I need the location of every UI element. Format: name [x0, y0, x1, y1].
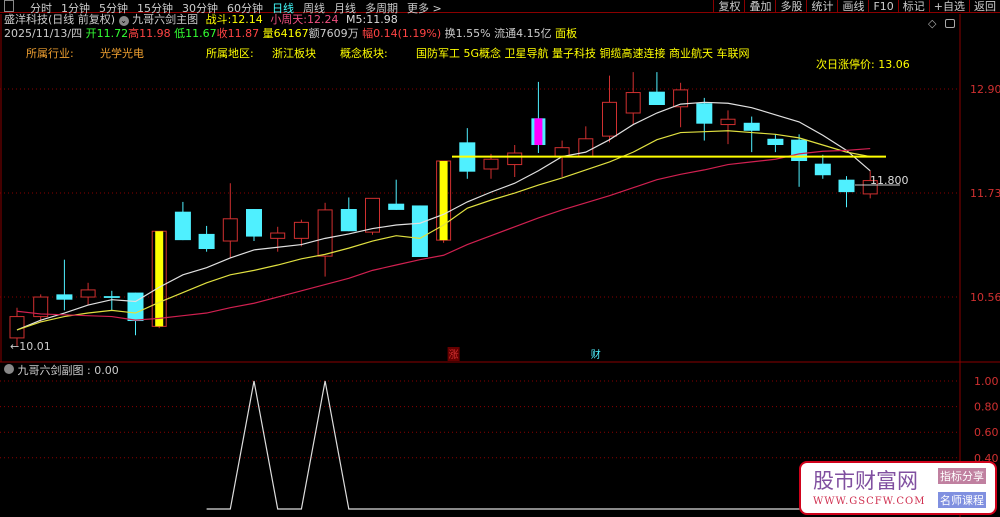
- candle-body: [483, 158, 499, 170]
- candle-body: [222, 218, 238, 242]
- candle-body: [56, 294, 73, 300]
- sub-dropdown-icon[interactable]: [4, 364, 14, 374]
- candle-body: [838, 179, 855, 193]
- special-fill: [534, 118, 543, 146]
- candle-body: [507, 152, 523, 166]
- watermark-logo: 股市财富网 WWW.GSCFW.COM 指标分享 名师课程: [799, 461, 997, 515]
- candle-body: [743, 122, 760, 131]
- candle-body: [127, 292, 144, 322]
- candle-body: [791, 139, 808, 162]
- sub-y-tick-label: 0.60: [974, 426, 999, 439]
- candle-body: [270, 232, 286, 239]
- candle-body: [696, 103, 713, 124]
- y-tick-label: 11.73: [970, 187, 1000, 200]
- candle-body: [365, 197, 380, 233]
- watermark-tag2: 名师课程: [938, 492, 986, 508]
- watermark-name: 股市财富网: [813, 469, 918, 493]
- candle-body: [720, 118, 736, 126]
- candle-body: [340, 209, 357, 232]
- candle-body: [625, 92, 641, 114]
- sub-chart-header: 九哥六剑副图 : 0.00: [4, 364, 119, 377]
- y-tick-label: 10.56: [970, 291, 1000, 304]
- y-tick-label: 12.90: [970, 83, 1000, 96]
- candle-body: [293, 221, 309, 239]
- candle-body: [198, 233, 215, 250]
- candle-body: [174, 211, 191, 241]
- candle-body: [767, 138, 784, 146]
- candle-body: [103, 296, 120, 298]
- candle-body: [602, 101, 617, 137]
- kline-chart[interactable]: 12.90 11.73 10.56 ←10.01 11.800 涨 财 1.00 0.80 0.6…: [0, 0, 1000, 517]
- candle-body: [578, 138, 594, 158]
- candle-body: [388, 203, 405, 210]
- candle-body: [246, 209, 262, 237]
- watermark-tag1: 指标分享: [938, 468, 986, 484]
- candle-body: [317, 209, 333, 257]
- low-price-label: ←10.01: [10, 340, 51, 353]
- marker-涨: 涨: [449, 349, 459, 361]
- sub-indicator-value: 0.00: [94, 364, 119, 377]
- limit-up-fill: [155, 231, 164, 327]
- limit-up-fill: [439, 161, 448, 241]
- marker-财: 财: [591, 348, 601, 361]
- sub-indicator-name[interactable]: 九哥六剑副图: [18, 364, 84, 377]
- candle-body: [814, 163, 831, 176]
- candle-body: [648, 91, 665, 106]
- price-label: 11.800: [870, 174, 909, 187]
- candle-body: [80, 289, 96, 298]
- watermark-url: WWW.GSCFW.COM: [813, 496, 926, 507]
- sub-y-tick-label: 1.00: [974, 375, 999, 388]
- sub-y-tick-label: 0.80: [974, 401, 999, 414]
- candle-body: [411, 205, 428, 258]
